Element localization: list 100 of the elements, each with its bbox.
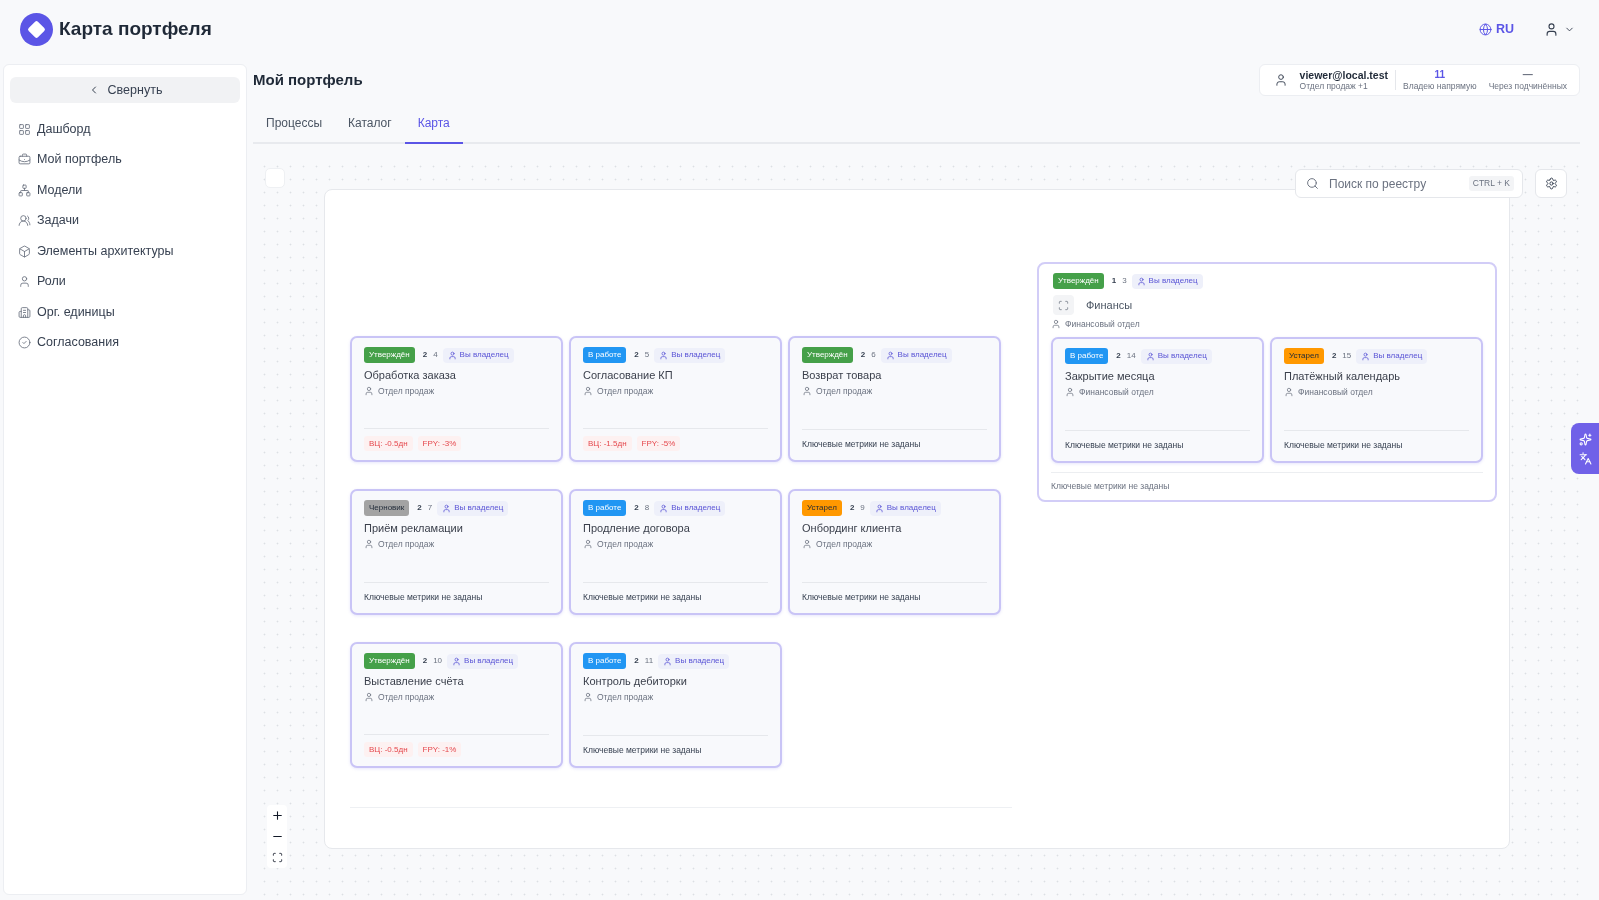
user-icon bbox=[18, 275, 31, 289]
user-icon bbox=[1273, 73, 1288, 87]
user-icon bbox=[874, 503, 884, 513]
sidebar-item[interactable]: Дашборд bbox=[10, 114, 240, 145]
owner-tag: Вы владелец bbox=[869, 500, 941, 516]
language-button[interactable]: RU bbox=[1478, 19, 1514, 39]
process-card[interactable]: Утверждён 2 4 Вы владелец Обработка заказа Отдел продаж ВЦ: -0.5дн FPY: -3% bbox=[350, 336, 563, 462]
logo-icon bbox=[20, 12, 53, 46]
owner-tag: Вы владелец bbox=[1356, 348, 1428, 364]
user-icon bbox=[364, 539, 374, 549]
process-card[interactable]: В работе 2 11 Вы владелец Контроль дебиторки Отдел продаж Ключевые метрики не заданы bbox=[569, 642, 782, 768]
department-label: Отдел продаж bbox=[816, 385, 873, 397]
process-card[interactable]: Устарел 2 9 Вы владелец Онбординг клиента Отдел продаж Ключевые метрики не заданы bbox=[788, 489, 1001, 615]
metrics-note: Ключевые метрики не заданы bbox=[364, 591, 484, 604]
card-title: Контроль дебиторки bbox=[583, 674, 688, 688]
tab[interactable]: Карта bbox=[404, 104, 463, 144]
user-icon bbox=[663, 656, 673, 666]
status-badge: В работе bbox=[583, 653, 627, 669]
user-icon bbox=[659, 503, 669, 513]
owner-tag: Вы владелец bbox=[437, 500, 509, 516]
process-card[interactable]: Черновик 2 7 Вы владелец Приём рекламации Отдел продаж Ключевые метрики не заданы bbox=[350, 489, 563, 615]
translate-icon bbox=[1578, 451, 1592, 465]
stat-label: Владею напрямую bbox=[1403, 80, 1477, 92]
user-icon bbox=[1136, 276, 1146, 286]
status-badge: Устарел bbox=[1284, 348, 1324, 364]
card-title: Платёжный календарь bbox=[1284, 369, 1402, 383]
plus-icon bbox=[270, 809, 284, 822]
number-label: 8 bbox=[644, 502, 650, 514]
briefcase-icon bbox=[18, 153, 31, 167]
search-bar[interactable]: Поиск по реестру CTRL + K bbox=[1295, 169, 1523, 198]
assistant-button[interactable] bbox=[1571, 423, 1599, 474]
status-badge: Утверждён bbox=[802, 347, 853, 363]
number-label: 15 bbox=[1342, 350, 1352, 362]
metrics-note: Ключевые метрики не заданы bbox=[1051, 480, 1171, 493]
sidebar-item[interactable]: Задачи bbox=[10, 205, 240, 236]
user-menu-button[interactable] bbox=[1544, 21, 1575, 37]
tab[interactable]: Каталог bbox=[335, 104, 405, 144]
number-label: 2 bbox=[1116, 350, 1121, 362]
sidebar-item[interactable]: Модели bbox=[10, 175, 240, 206]
app-title: Карта портфеля bbox=[59, 16, 212, 41]
status-badge: Утверждён bbox=[364, 347, 415, 363]
department-label: Отдел продаж bbox=[597, 691, 654, 703]
card-title: Возврат товара bbox=[802, 368, 883, 382]
process-card[interactable]: Утверждён 2 10 Вы владелец Выставление счёта Отдел продаж ВЦ: -0.5дн FPY: -1% bbox=[350, 642, 563, 768]
department-label: Финансовый отдел bbox=[1298, 386, 1373, 398]
user-email: viewer@local.test bbox=[1299, 68, 1388, 81]
building-icon bbox=[18, 305, 31, 319]
square-toggle[interactable] bbox=[265, 168, 285, 188]
globe-icon bbox=[1478, 22, 1492, 36]
frame-icon bbox=[271, 852, 283, 863]
process-card[interactable]: В работе 2 5 Вы владелец Согласование КП Отдел продаж ВЦ: -1.5дн FPY: -5% bbox=[569, 336, 782, 462]
sidebar-item[interactable]: Согласования bbox=[10, 327, 240, 358]
search-input[interactable]: Поиск по реестру bbox=[1329, 174, 1465, 193]
sidebar-item[interactable]: Элементы архитектуры bbox=[10, 236, 240, 267]
tab[interactable]: Процессы bbox=[253, 104, 335, 144]
cube-icon bbox=[18, 244, 31, 258]
status-badge: В работе bbox=[1065, 348, 1109, 364]
metric-tag: ВЦ: -0.5дн bbox=[364, 742, 413, 757]
number-label: 2 bbox=[422, 349, 428, 361]
number-label: 10 bbox=[433, 655, 443, 667]
user-icon bbox=[452, 656, 462, 666]
user-icon bbox=[1145, 351, 1155, 361]
user-icon bbox=[1544, 21, 1559, 37]
metrics-note: Ключевые метрики не заданы bbox=[1284, 439, 1404, 452]
process-card[interactable]: В работе 2 14 Вы владелец Закрытие месяца Финансовый отдел Ключевые метрики не заданы bbox=[1051, 337, 1264, 463]
metric-tag: ВЦ: -1.5дн bbox=[583, 436, 632, 451]
number-label: 1 bbox=[1111, 275, 1117, 287]
user-icon bbox=[1051, 319, 1061, 329]
frame-icon[interactable] bbox=[1053, 295, 1074, 315]
owner-tag: Вы владелец bbox=[447, 653, 519, 669]
stat-label: Через подчинённых bbox=[1488, 80, 1567, 92]
card-title: Обработка заказа bbox=[364, 368, 457, 382]
settings-button[interactable] bbox=[1535, 169, 1567, 198]
metric-tag: FPY: -3% bbox=[417, 436, 462, 451]
status-badge: В работе bbox=[583, 347, 627, 363]
sidebar-item[interactable]: Роли bbox=[10, 266, 240, 297]
process-card[interactable]: Устарел 2 15 Вы владелец Платёжный календарь Финансовый отдел Ключевые метрики не заданы bbox=[1270, 337, 1483, 463]
department-label: Финансовый отдел bbox=[1065, 318, 1140, 330]
card-title: Приём рекламации bbox=[364, 521, 464, 535]
owner-tag: Вы владелец bbox=[654, 500, 726, 516]
owner-tag: Вы владелец bbox=[880, 347, 952, 363]
network-icon bbox=[18, 183, 31, 197]
grid-icon bbox=[18, 122, 31, 136]
sidebar-item[interactable]: Мой портфель bbox=[10, 144, 240, 175]
owner-tag: Вы владелец bbox=[654, 347, 726, 363]
collapse-button[interactable]: Свернуть bbox=[10, 77, 240, 103]
user-icon bbox=[583, 539, 593, 549]
status-badge: Устарел bbox=[802, 500, 842, 516]
user-icon bbox=[802, 539, 812, 549]
shortcut-hint: CTRL + K bbox=[1468, 176, 1514, 191]
status-badge: Утверждён bbox=[364, 653, 415, 669]
number-label: 2 bbox=[1331, 350, 1337, 362]
search-icon bbox=[1306, 177, 1319, 190]
process-card[interactable]: В работе 2 8 Вы владелец Продление договора Отдел продаж Ключевые метрики не заданы bbox=[569, 489, 782, 615]
group-node[interactable] bbox=[1037, 262, 1497, 502]
owner-tag: Вы владелец bbox=[442, 347, 514, 363]
process-card[interactable]: Утверждён 2 6 Вы владелец Возврат товара Отдел продаж Ключевые метрики не заданы bbox=[788, 336, 1001, 462]
user-unit: Отдел продаж +1 bbox=[1299, 80, 1368, 92]
user-icon bbox=[885, 350, 895, 360]
sidebar-item[interactable]: Орг. единицы bbox=[10, 297, 240, 328]
